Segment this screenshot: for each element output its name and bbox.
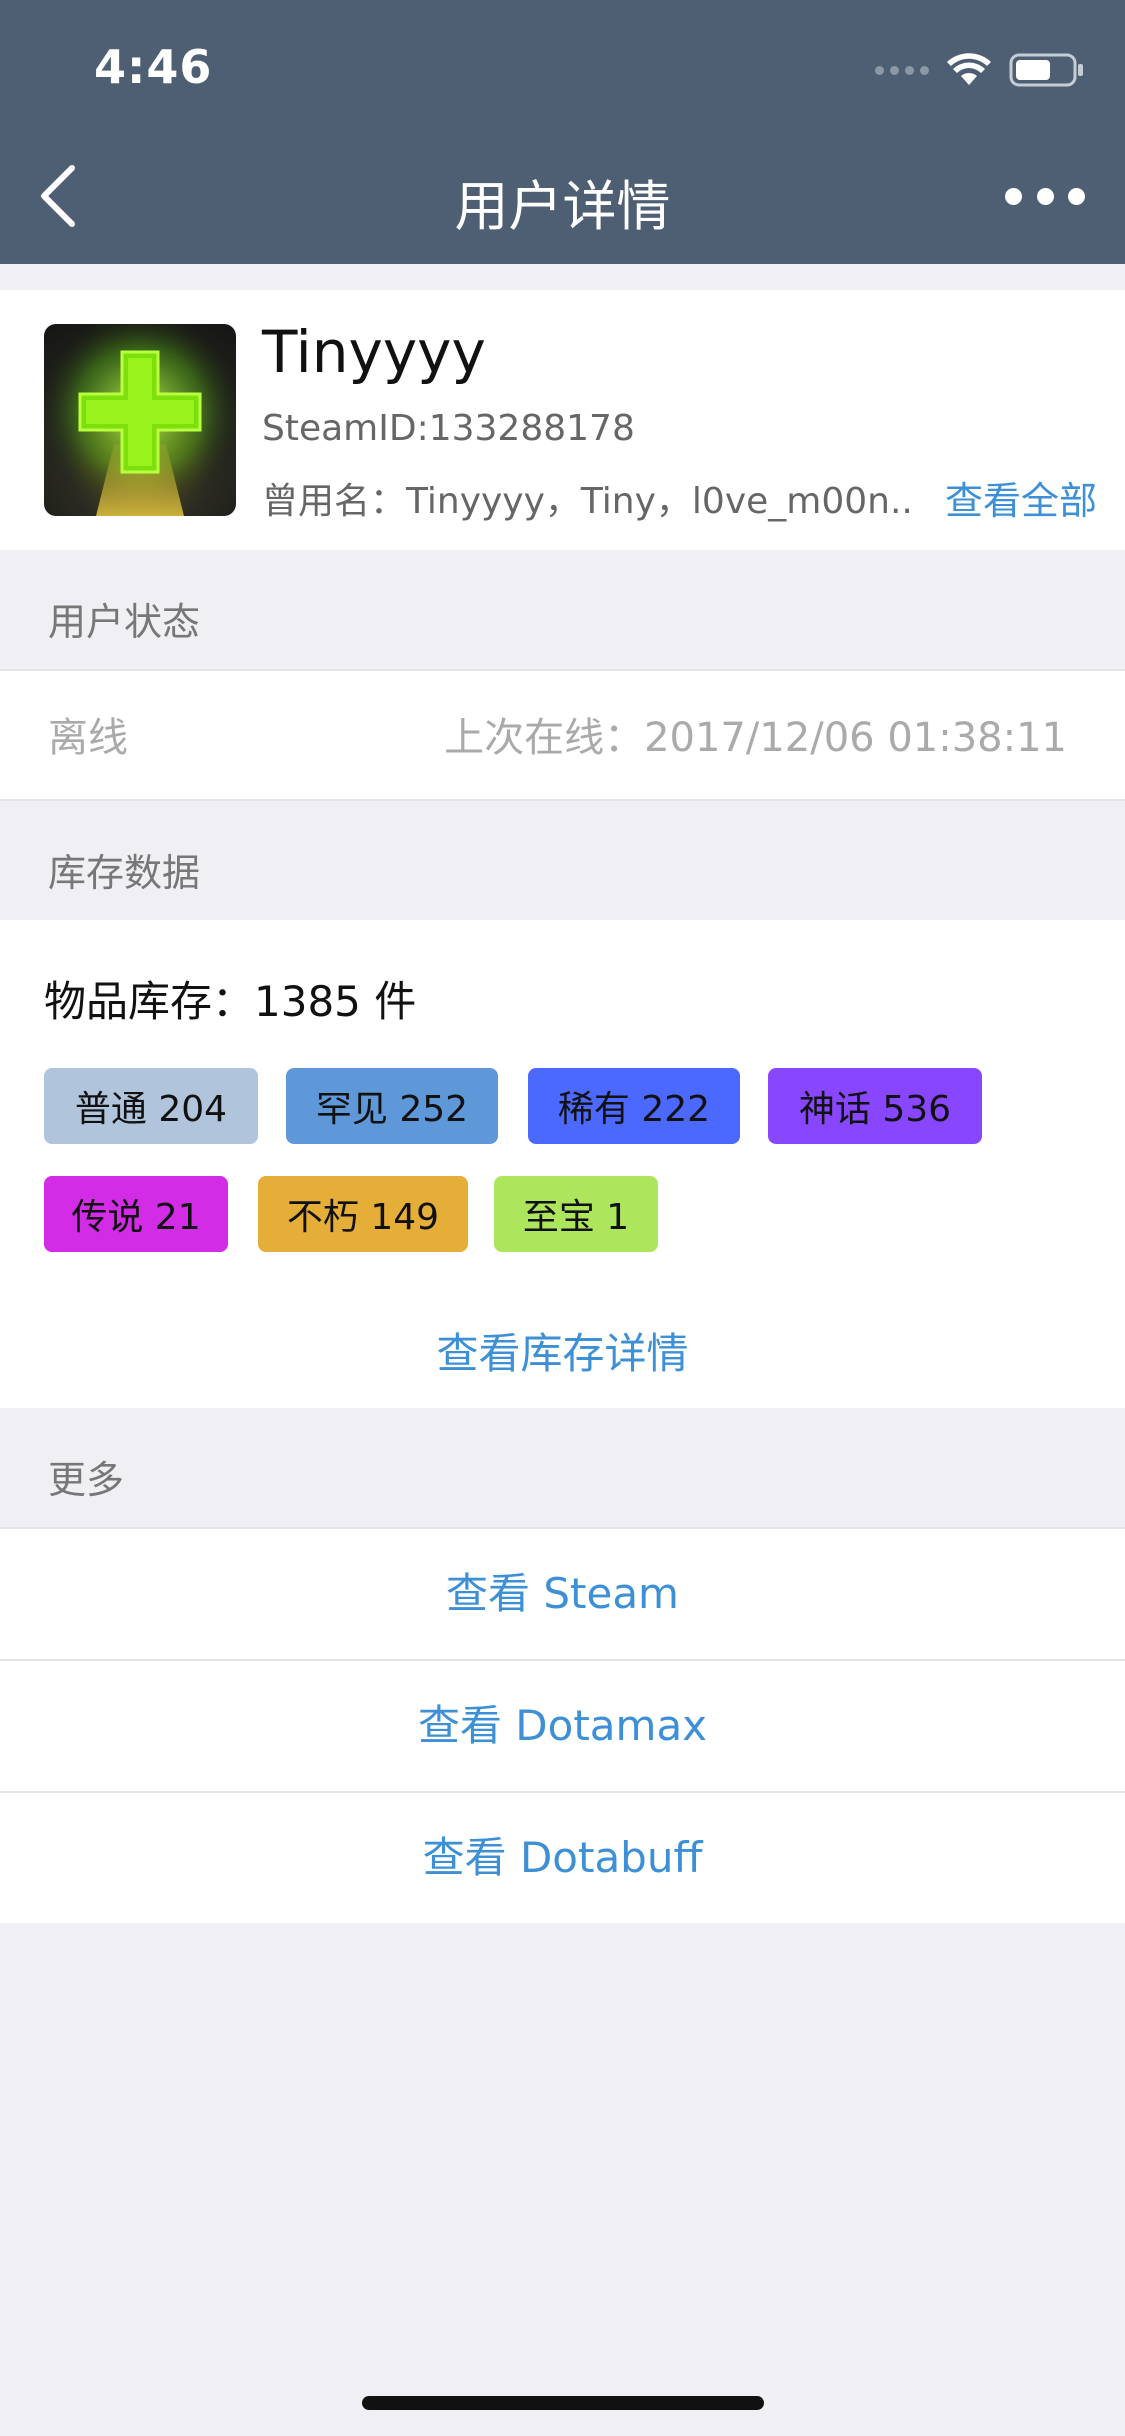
wifi-icon [947, 53, 991, 85]
section-title: 更多 [48, 1458, 125, 1502]
section-title: 用户状态 [48, 600, 201, 644]
section-title: 库存数据 [48, 851, 201, 895]
rarity-tag-immortal[interactable]: 不朽 149 [258, 1176, 468, 1252]
rarity-tag-uncommon[interactable]: 罕见 252 [286, 1068, 498, 1144]
view-all-aliases-link[interactable]: 查看全部 [945, 470, 1097, 525]
view-steam-link[interactable]: 查看 Steam [0, 1529, 1125, 1659]
link-label: 查看 Steam [446, 1569, 679, 1618]
tag-label: 普通 204 [74, 1089, 228, 1130]
rarity-tag-mythical[interactable]: 神话 536 [768, 1068, 982, 1144]
status-time: 4:46 [94, 40, 213, 94]
view-dotamax-link[interactable]: 查看 Dotamax [0, 1661, 1125, 1791]
rarity-tag-legendary[interactable]: 传说 21 [44, 1176, 228, 1252]
tag-label: 不朽 149 [286, 1197, 440, 1238]
rarity-tag-common[interactable]: 普通 204 [44, 1068, 258, 1144]
tag-label: 神话 536 [798, 1089, 952, 1130]
home-indicator[interactable] [362, 2396, 764, 2410]
section-header-user-status: 用户状态 [0, 550, 1125, 670]
section-header-more: 更多 [0, 1408, 1125, 1528]
more-dot [1068, 187, 1085, 205]
avatar[interactable] [44, 324, 236, 516]
section-header-inventory: 库存数据 [0, 801, 1125, 921]
green-cross-icon [44, 324, 236, 516]
more-dot [1005, 187, 1022, 205]
steam-id: SteamID:133288178 [262, 408, 635, 449]
tag-label: 稀有 222 [557, 1089, 711, 1130]
page-title: 用户详情 [454, 175, 671, 238]
rarity-tag-arcana[interactable]: 至宝 1 [494, 1176, 658, 1252]
tag-label: 传说 21 [71, 1197, 201, 1238]
link-label: 查看 Dotabuff [422, 1833, 703, 1882]
username: Tinyyyy [262, 318, 486, 386]
user-status-row: 离线 上次在线：2017/12/06 01:38:11 [0, 671, 1125, 799]
tag-label: 至宝 1 [522, 1197, 630, 1238]
tag-label: 罕见 252 [315, 1089, 469, 1130]
battery-icon [1009, 53, 1083, 87]
rarity-tag-rare[interactable]: 稀有 222 [528, 1068, 740, 1144]
view-dotabuff-link[interactable]: 查看 Dotabuff [0, 1793, 1125, 1923]
app-header: 4:46 用户详情 [0, 0, 1125, 264]
profile-card: Tinyyyy SteamID:133288178 曾用名：Tinyyyy，Ti… [0, 290, 1125, 550]
inventory-total: 物品库存：1385 件 [44, 977, 417, 1026]
online-state: 离线 [48, 715, 128, 761]
more-options-button[interactable] [1005, 170, 1085, 222]
cellular-signal-icon [875, 65, 929, 75]
status-icons [875, 48, 1085, 92]
view-inventory-details-link[interactable]: 查看库存详情 [0, 1320, 1125, 1381]
alias-list: 曾用名：Tinyyyy，Tiny，l0ve_m00n... [262, 481, 912, 522]
link-label: 查看 Dotamax [417, 1701, 708, 1750]
last-online-time: 上次在线：2017/12/06 01:38:11 [444, 715, 1067, 761]
inventory-card: 物品库存：1385 件 普通 204 罕见 252 稀有 222 神话 536 … [0, 920, 1125, 1408]
more-dot [1036, 187, 1054, 205]
